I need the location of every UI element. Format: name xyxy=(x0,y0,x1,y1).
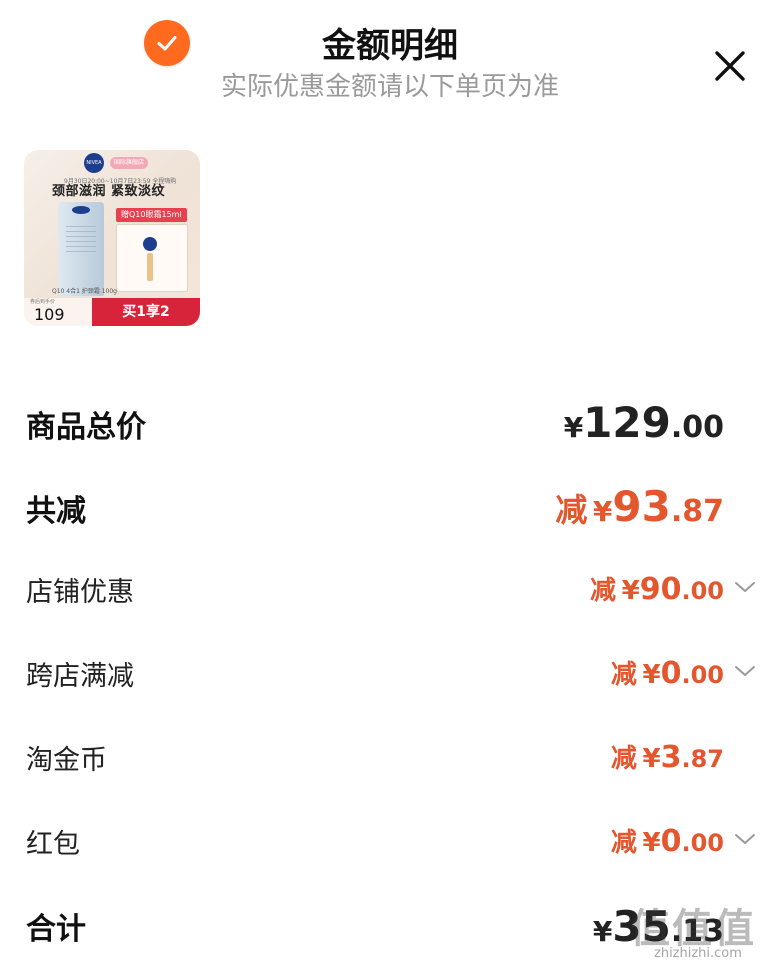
page-subtitle: 实际优惠金额请以下单页为准 xyxy=(220,72,559,102)
product-brand-bar: NIVEA 国际旗舰店 xyxy=(24,150,200,176)
coins-label: 淘金币 xyxy=(26,745,107,776)
discount-int: 93 xyxy=(612,482,671,531)
chevron-down-icon[interactable] xyxy=(734,580,756,594)
sum-yen: ¥ xyxy=(592,915,613,948)
coins-yen: ¥ xyxy=(642,744,661,774)
product-price-tag: 券后到手价 109 xyxy=(24,298,92,326)
page-title: 金额明细 xyxy=(322,26,458,66)
discount-yen: ¥ xyxy=(592,495,613,528)
store-dec: .00 xyxy=(681,577,724,605)
coins-prefix: 减 xyxy=(610,744,637,774)
discount-prefix: 减 xyxy=(555,491,588,529)
store-discount-amount: 减 ¥90.00 xyxy=(590,570,724,607)
store-int: 90 xyxy=(639,572,682,607)
row-total: 商品总价 ¥129.00 xyxy=(0,398,780,454)
sum-label: 合计 xyxy=(26,912,86,947)
cross-prefix: 减 xyxy=(610,660,637,690)
brand-logo: NIVEA xyxy=(84,153,104,173)
tube-label xyxy=(66,226,96,256)
store-yen: ¥ xyxy=(621,576,640,606)
coins-dec: .87 xyxy=(681,745,724,773)
watermark-url: zhizhizhi.com xyxy=(654,946,742,961)
red-packet-label: 红包 xyxy=(26,829,80,860)
cross-store-label: 跨店满减 xyxy=(26,661,134,692)
coins-int: 3 xyxy=(660,740,682,775)
row-cross-store[interactable]: 跨店满减 减 ¥0.00 xyxy=(0,652,780,698)
discount-dec: .87 xyxy=(670,494,724,529)
discount-amount: 减 ¥93.87 xyxy=(555,482,724,531)
close-icon[interactable] xyxy=(708,44,752,88)
cross-int: 0 xyxy=(660,656,682,691)
store-prefix: 减 xyxy=(590,576,617,606)
row-store-discount[interactable]: 店铺优惠 减 ¥90.00 xyxy=(0,568,780,614)
row-discount: 共减 减 ¥93.87 xyxy=(0,482,780,538)
redpacket-prefix: 减 xyxy=(610,828,637,858)
red-packet-amount: 减 ¥0.00 xyxy=(611,822,724,859)
chevron-down-icon[interactable] xyxy=(734,664,756,678)
product-thumbnail[interactable]: NIVEA 国际旗舰店 9月30日20:00~10月7日23:59 全程嗨购 颈… xyxy=(24,150,200,326)
price-label: 券后到手价 xyxy=(30,299,56,305)
total-yen: ¥ xyxy=(563,411,584,444)
discount-label: 共减 xyxy=(26,494,86,529)
price-value: 109 xyxy=(34,305,65,324)
row-red-packet[interactable]: 红包 减 ¥0.00 xyxy=(0,820,780,866)
cross-store-amount: 减 ¥0.00 xyxy=(611,654,724,691)
gift-card-image xyxy=(116,224,188,292)
cross-dec: .00 xyxy=(681,661,724,689)
store-discount-label: 店铺优惠 xyxy=(26,577,134,608)
row-taobao-coins: 淘金币 减 ¥3.87 xyxy=(0,736,780,782)
product-caption: Q10 4合1 护颈霜 100g xyxy=(52,288,117,295)
chevron-down-icon[interactable] xyxy=(734,832,756,846)
redpacket-yen: ¥ xyxy=(642,828,661,858)
gift-bottle xyxy=(147,253,153,281)
coins-amount: 减 ¥3.87 xyxy=(611,738,724,775)
brand-tag: 国际旗舰店 xyxy=(110,157,149,169)
promo-band: 买1享2 xyxy=(92,298,200,326)
product-headline: 颈部滋润 紧致淡纹 xyxy=(52,184,166,199)
total-amount: ¥129.00 xyxy=(564,398,724,447)
tube-cap xyxy=(72,206,90,214)
total-label: 商品总价 xyxy=(26,410,146,445)
redpacket-int: 0 xyxy=(660,824,682,859)
cross-yen: ¥ xyxy=(642,660,661,690)
total-int: 129 xyxy=(583,398,671,447)
product-tube-image xyxy=(58,202,104,296)
gift-tag: 赠Q10眼霜15ml xyxy=(116,208,187,222)
gift-jar xyxy=(143,237,157,251)
header: 金额明细 实际优惠金额请以下单页为准 xyxy=(0,0,780,110)
total-dec: .00 xyxy=(670,410,724,445)
redpacket-dec: .00 xyxy=(681,829,724,857)
selected-check-icon[interactable] xyxy=(144,20,190,66)
